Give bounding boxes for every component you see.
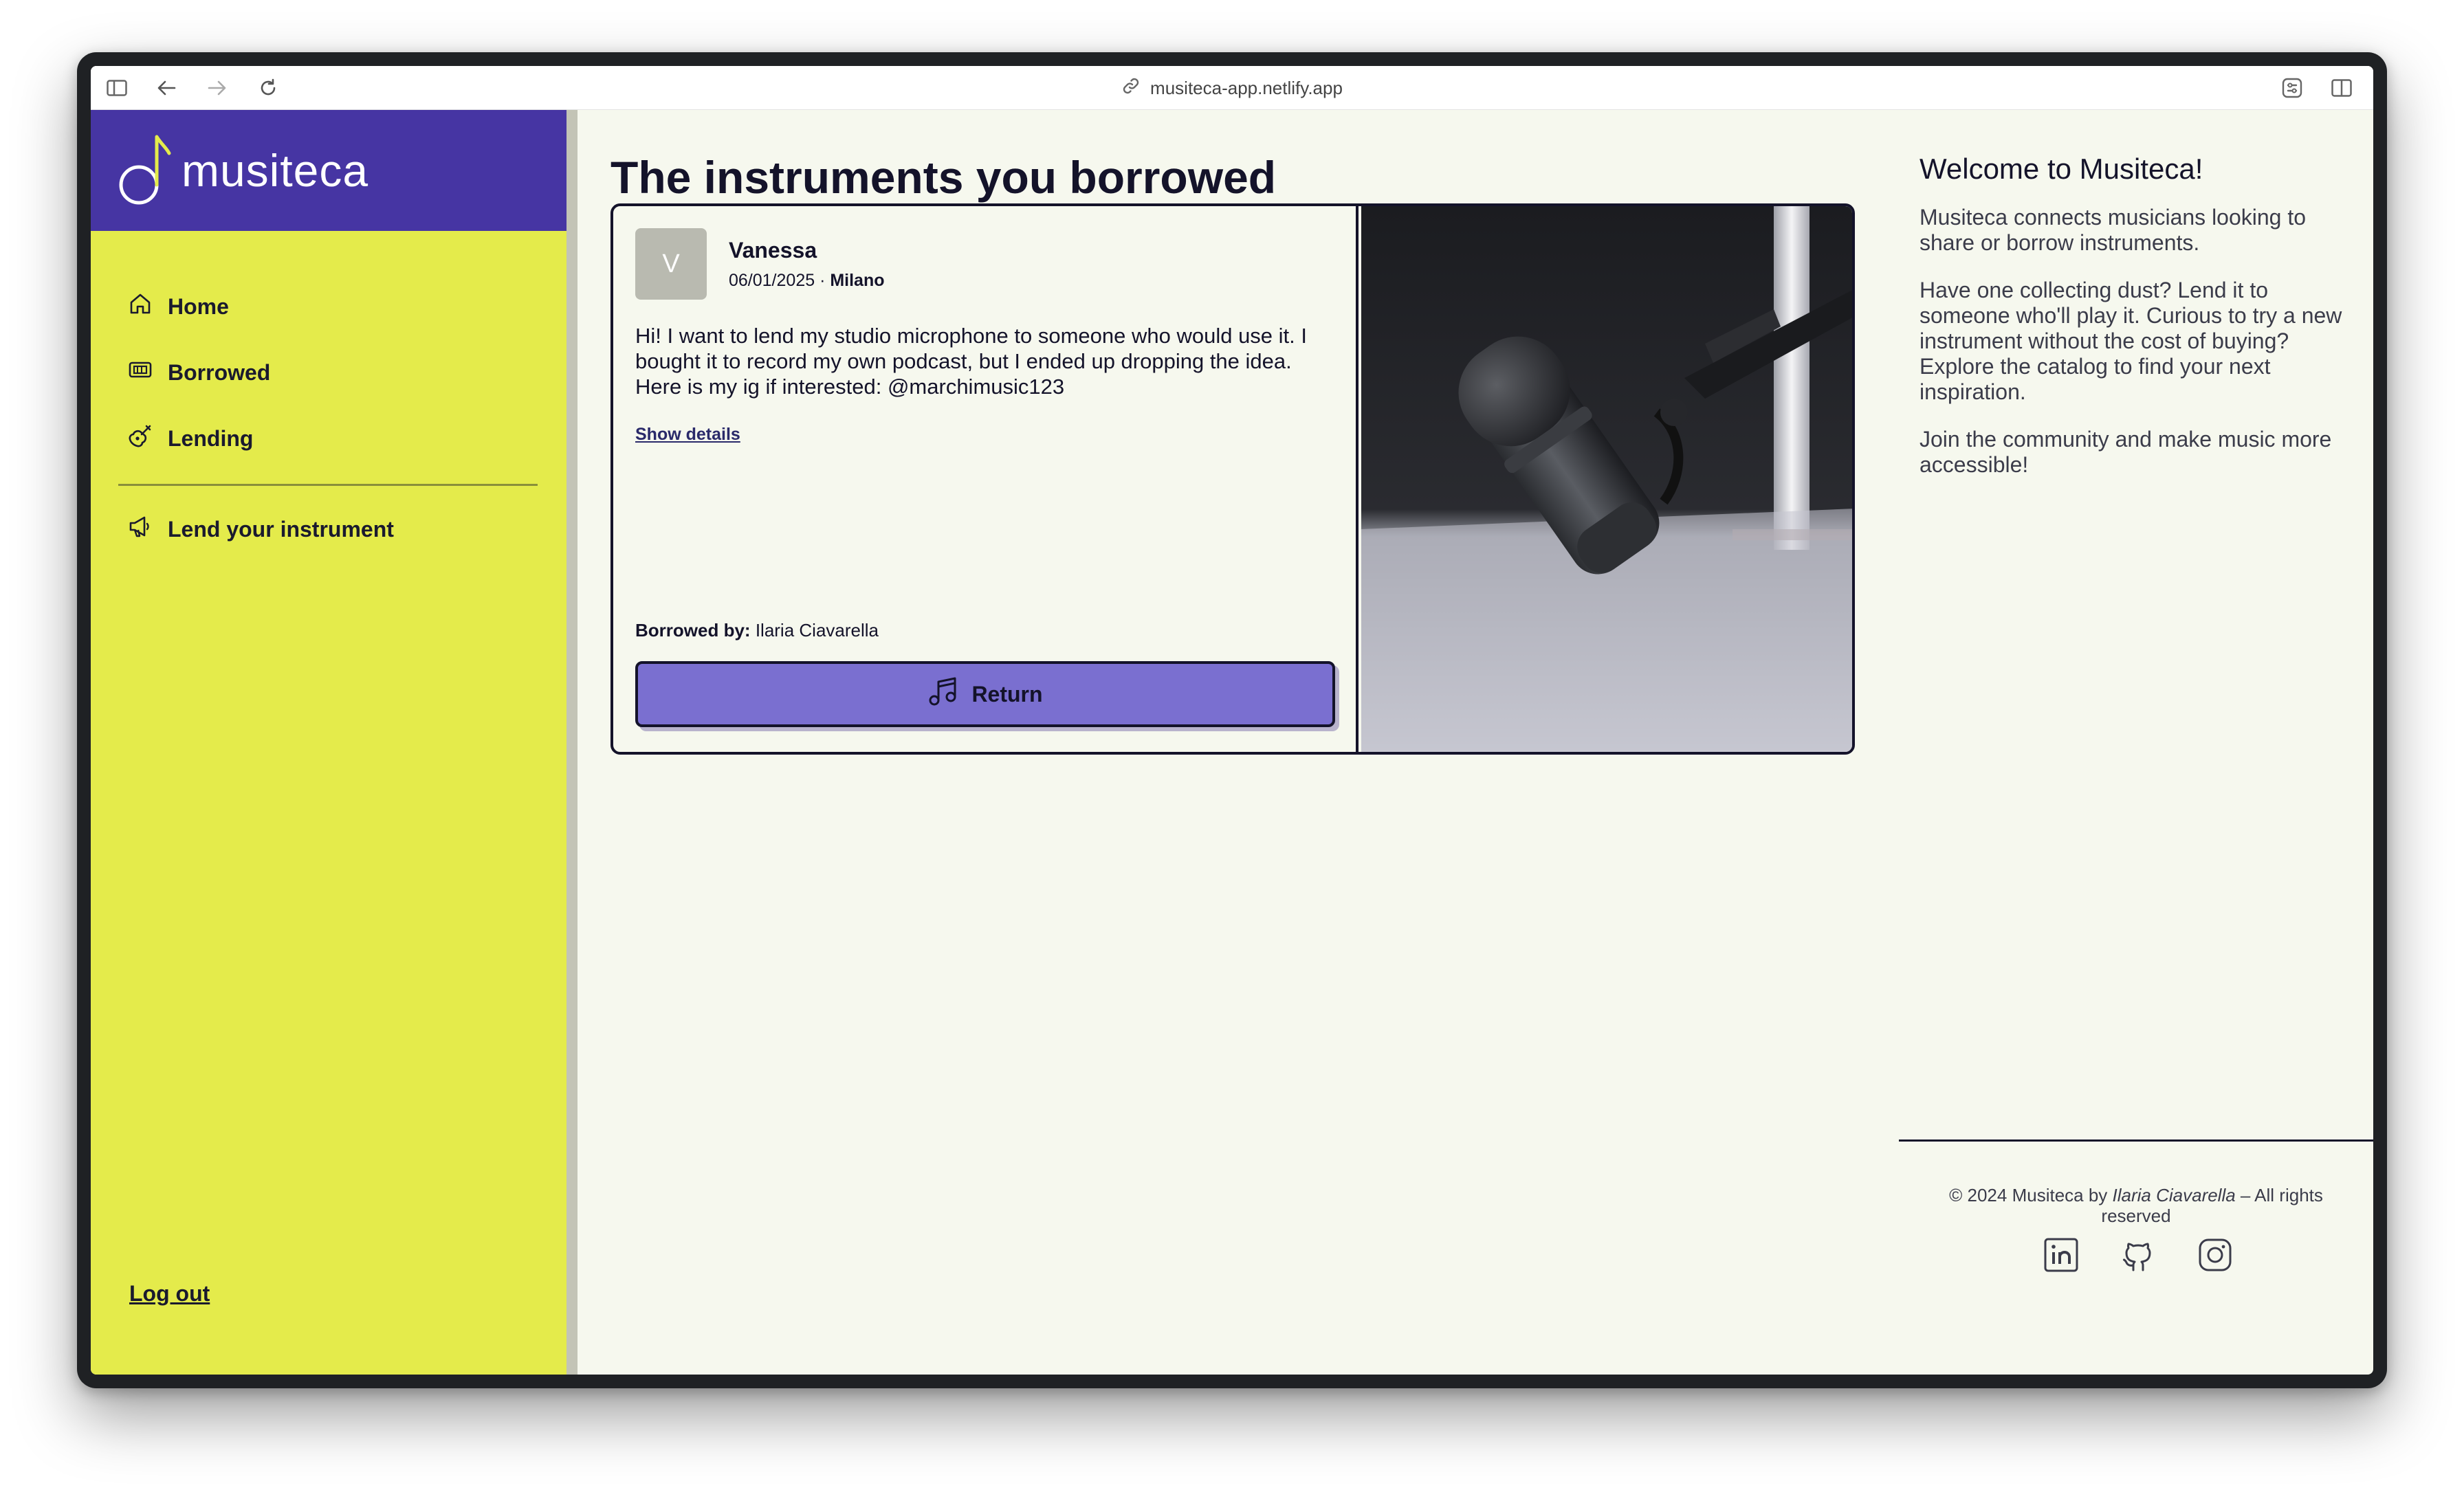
instagram-icon[interactable] (2196, 1236, 2234, 1274)
sidebar-item-label: Lend your instrument (168, 516, 394, 542)
borrower-name: Ilaria Ciavarella (755, 620, 879, 641)
music-notes-icon (927, 676, 959, 713)
address-bar[interactable]: musiteca-app.netlify.app (91, 66, 2373, 110)
brand-name: musiteca (182, 145, 369, 196)
return-button[interactable]: Return (635, 661, 1335, 727)
ticket-icon (128, 357, 153, 388)
page-title: The instruments you borrowed (610, 152, 1277, 203)
post-date: 06/01/2025 (729, 271, 815, 290)
sidebar-item-label: Borrowed (168, 359, 271, 385)
borrowed-instrument-card: V Vanessa 06/01/2025 · Milano Hi! I want… (610, 203, 1855, 755)
github-icon[interactable] (2119, 1236, 2157, 1274)
return-label: Return (971, 681, 1043, 707)
device-frame: musiteca-app.netlify.app musiteca Home B… (77, 52, 2387, 1388)
card-body: V Vanessa 06/01/2025 · Milano Hi! I want… (613, 206, 1358, 752)
linkedin-icon[interactable] (2042, 1236, 2080, 1274)
browser-toolbar: musiteca-app.netlify.app (91, 66, 2373, 110)
copyright-author: Ilaria Ciavarella (2112, 1185, 2236, 1205)
link-icon (1121, 76, 1141, 100)
browser-window: musiteca-app.netlify.app musiteca Home B… (91, 66, 2373, 1375)
home-icon (128, 291, 153, 322)
sidebar-item-lend-instrument[interactable]: Lend your instrument (128, 514, 394, 544)
sidebar-item-label: Lending (168, 425, 254, 451)
url-text: musiteca-app.netlify.app (1150, 77, 1343, 98)
brand-header[interactable]: musiteca (91, 110, 566, 231)
welcome-paragraph: Have one collecting dust? Lend it to som… (1920, 278, 2342, 404)
welcome-title: Welcome to Musiteca! (1920, 153, 2203, 185)
welcome-paragraph: Musiteca connects musicians looking to s… (1920, 205, 2307, 255)
copyright-prefix: © 2024 Musiteca by (1949, 1185, 2113, 1205)
studio-microphone-photo (1361, 206, 1852, 752)
sidebar-item-home[interactable]: Home (128, 291, 229, 322)
sidebar-item-borrowed[interactable]: Borrowed (128, 357, 270, 388)
avatar: V (635, 228, 707, 300)
borrowed-by: Borrowed by: Ilaria Ciavarella (635, 620, 879, 641)
music-note-icon (117, 131, 172, 210)
owner-name: Vanessa (729, 238, 817, 263)
post-meta: 06/01/2025 · Milano (729, 271, 885, 291)
sidebar: musiteca Home Borrowed Lending Lend your… (91, 110, 566, 1375)
extensions-icon[interactable] (2281, 77, 2303, 99)
copyright-notice: © 2024 Musiteca by Ilaria Ciavarella – A… (1920, 1185, 2353, 1226)
welcome-panel: Welcome to Musiteca! Musiteca connects m… (1920, 153, 2360, 500)
nav-divider (118, 484, 538, 486)
footer-divider (1899, 1139, 2373, 1142)
sidebar-border (566, 110, 578, 1375)
guitar-icon (128, 423, 153, 454)
sidebar-item-label: Home (168, 293, 229, 319)
split-view-icon[interactable] (2331, 77, 2353, 99)
logout-link[interactable]: Log out (129, 1281, 210, 1306)
borrowed-by-label: Borrowed by: (635, 620, 751, 641)
social-links (2042, 1236, 2234, 1274)
meta-separator: · (815, 271, 830, 290)
instrument-description: Hi! I want to lend my studio microphone … (635, 324, 1307, 399)
megaphone-icon (128, 514, 153, 544)
sidebar-item-lending[interactable]: Lending (128, 423, 253, 454)
post-city: Milano (830, 271, 885, 290)
show-details-link[interactable]: Show details (635, 425, 740, 445)
welcome-paragraph: Join the community and make music more a… (1920, 427, 2332, 477)
